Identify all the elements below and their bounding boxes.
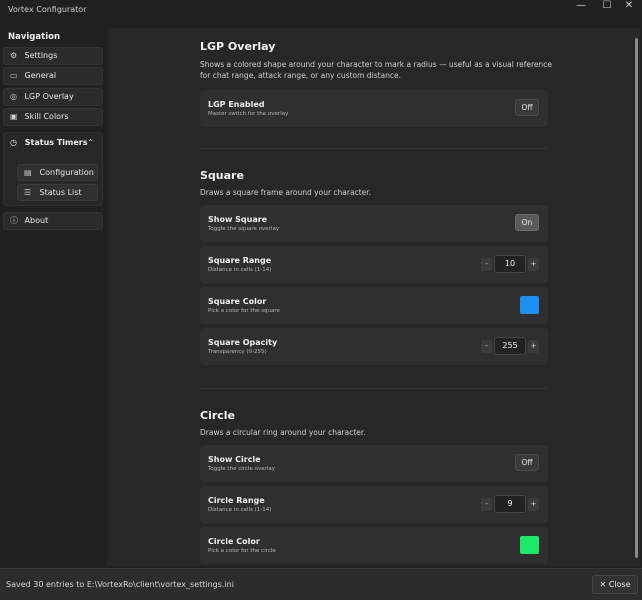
- section-title-square: Square: [200, 169, 244, 182]
- sidebar-group-header[interactable]: ◷ Status Timers ⌃: [4, 133, 102, 153]
- square-color-swatch[interactable]: [520, 296, 539, 314]
- decrement-button[interactable]: -: [481, 340, 492, 353]
- card-circle-color: Circle Color Pick a color for the circle: [200, 527, 548, 564]
- square-range-stepper: - 10 +: [481, 255, 539, 273]
- card-subtitle: Transparency (0-255): [208, 349, 267, 355]
- sidebar-item-label: LGP Overlay: [24, 92, 74, 101]
- card-subtitle: Master switch for the overlay: [208, 111, 289, 117]
- gear-icon: ⚙: [10, 51, 18, 60]
- status-message: Saved 30 entries to E:\VortexRo\client\v…: [6, 580, 234, 589]
- sidebar: Navigation ⚙ Settings ▭ General ◎ LGP Ov…: [0, 24, 106, 568]
- monitor-icon: ▭: [10, 71, 18, 80]
- decrement-button[interactable]: -: [481, 258, 492, 271]
- sidebar-item-general[interactable]: ▭ General: [3, 67, 103, 85]
- card-title: Circle Range: [208, 496, 265, 505]
- sidebar-group-label: Status Timers: [24, 138, 88, 147]
- close-button[interactable]: ✕ Close: [592, 575, 638, 594]
- chevron-up-icon: ⌃: [87, 138, 94, 147]
- section-divider: [200, 148, 548, 149]
- sidebar-item-label: About: [24, 216, 49, 225]
- status-bar: Saved 30 entries to E:\VortexRo\client\v…: [0, 568, 642, 600]
- circle-range-input[interactable]: 9: [494, 495, 526, 513]
- card-title: LGP Enabled: [208, 100, 265, 109]
- sidebar-item-lgp-overlay[interactable]: ◎ LGP Overlay: [3, 88, 103, 106]
- circle-color-swatch[interactable]: [520, 536, 539, 554]
- section-desc-square: Draws a square frame around your charact…: [200, 188, 372, 197]
- card-subtitle: Toggle the circle overlay: [208, 466, 276, 472]
- decrement-button[interactable]: -: [481, 498, 492, 511]
- card-circle-range: Circle Range Distance in cells (1-14) - …: [200, 486, 548, 523]
- card-title: Square Opacity: [208, 338, 278, 347]
- card-subtitle: Distance in cells (1-14): [208, 267, 272, 273]
- show-square-toggle[interactable]: On: [515, 214, 539, 231]
- card-subtitle: Toggle the square overlay: [208, 226, 280, 232]
- clock-icon: ◷: [10, 138, 17, 147]
- card-show-circle: Show Circle Toggle the circle overlay Of…: [200, 445, 548, 482]
- card-subtitle: Pick a color for the circle: [208, 548, 276, 554]
- nav-heading: Navigation: [8, 32, 60, 42]
- sidebar-subitem-configuration[interactable]: ▤ Configuration: [17, 164, 98, 181]
- card-square-color: Square Color Pick a color for the square: [200, 287, 548, 324]
- window-close-button[interactable]: ✕: [614, 0, 642, 14]
- card-subtitle: Distance in cells (1-14): [208, 507, 272, 513]
- section-title-lgp-overlay: LGP Overlay: [200, 40, 276, 53]
- section-desc-circle: Draws a circular ring around your charac…: [200, 428, 366, 437]
- sidebar-group-status-timers: ◷ Status Timers ⌃ ▤ Configuration ☰ Stat…: [3, 132, 103, 206]
- keyboard-icon: ▤: [24, 168, 32, 177]
- section-divider: [200, 388, 548, 389]
- card-subtitle: Pick a color for the square: [208, 308, 280, 314]
- window-title: Vortex Configurator: [8, 5, 87, 14]
- square-range-input[interactable]: 10: [494, 255, 526, 273]
- card-title: Square Color: [208, 297, 267, 306]
- circle-range-stepper: - 9 +: [481, 495, 539, 513]
- section-desc-lgp-overlay: Shows a colored shape around your charac…: [200, 60, 553, 80]
- sidebar-item-settings[interactable]: ⚙ Settings: [3, 47, 103, 65]
- square-opacity-stepper: - 255 +: [481, 337, 539, 355]
- palette-icon: ▣: [10, 112, 18, 121]
- section-title-circle: Circle: [200, 409, 236, 422]
- sidebar-item-skill-colors[interactable]: ▣ Skill Colors: [3, 108, 103, 126]
- show-circle-toggle[interactable]: Off: [515, 454, 539, 471]
- main-panel: LGP Overlay Shows a colored shape around…: [107, 28, 640, 566]
- card-title: Circle Color: [208, 537, 260, 546]
- sidebar-item-about[interactable]: ⓘ About: [3, 212, 103, 230]
- increment-button[interactable]: +: [528, 340, 539, 353]
- increment-button[interactable]: +: [528, 498, 539, 511]
- info-icon: ⓘ: [10, 216, 18, 225]
- sidebar-item-label: General: [24, 71, 57, 80]
- square-opacity-input[interactable]: 255: [494, 337, 526, 355]
- sidebar-subitem-label: Configuration: [39, 168, 94, 177]
- card-show-square: Show Square Toggle the square overlay On: [200, 205, 548, 242]
- increment-button[interactable]: +: [528, 258, 539, 271]
- card-title: Show Square: [208, 215, 268, 224]
- lgp-enabled-toggle[interactable]: Off: [515, 99, 539, 116]
- sidebar-item-label: Skill Colors: [24, 112, 69, 121]
- sidebar-item-label: Settings: [24, 51, 58, 60]
- sidebar-subitem-label: Status List: [39, 188, 82, 197]
- sidebar-subitem-status-list[interactable]: ☰ Status List: [17, 184, 98, 201]
- scrollbar[interactable]: [635, 38, 638, 558]
- list-icon: ☰: [24, 188, 32, 197]
- target-icon: ◎: [10, 92, 17, 101]
- card-title: Show Circle: [208, 455, 261, 464]
- card-square-opacity: Square Opacity Transparency (0-255) - 25…: [200, 328, 548, 365]
- card-lgp-enabled: LGP Enabled Master switch for the overla…: [200, 90, 548, 127]
- title-bar: Vortex Configurator — ☐ ✕: [0, 0, 642, 24]
- card-title: Square Range: [208, 256, 272, 265]
- card-square-range: Square Range Distance in cells (1-14) - …: [200, 246, 548, 283]
